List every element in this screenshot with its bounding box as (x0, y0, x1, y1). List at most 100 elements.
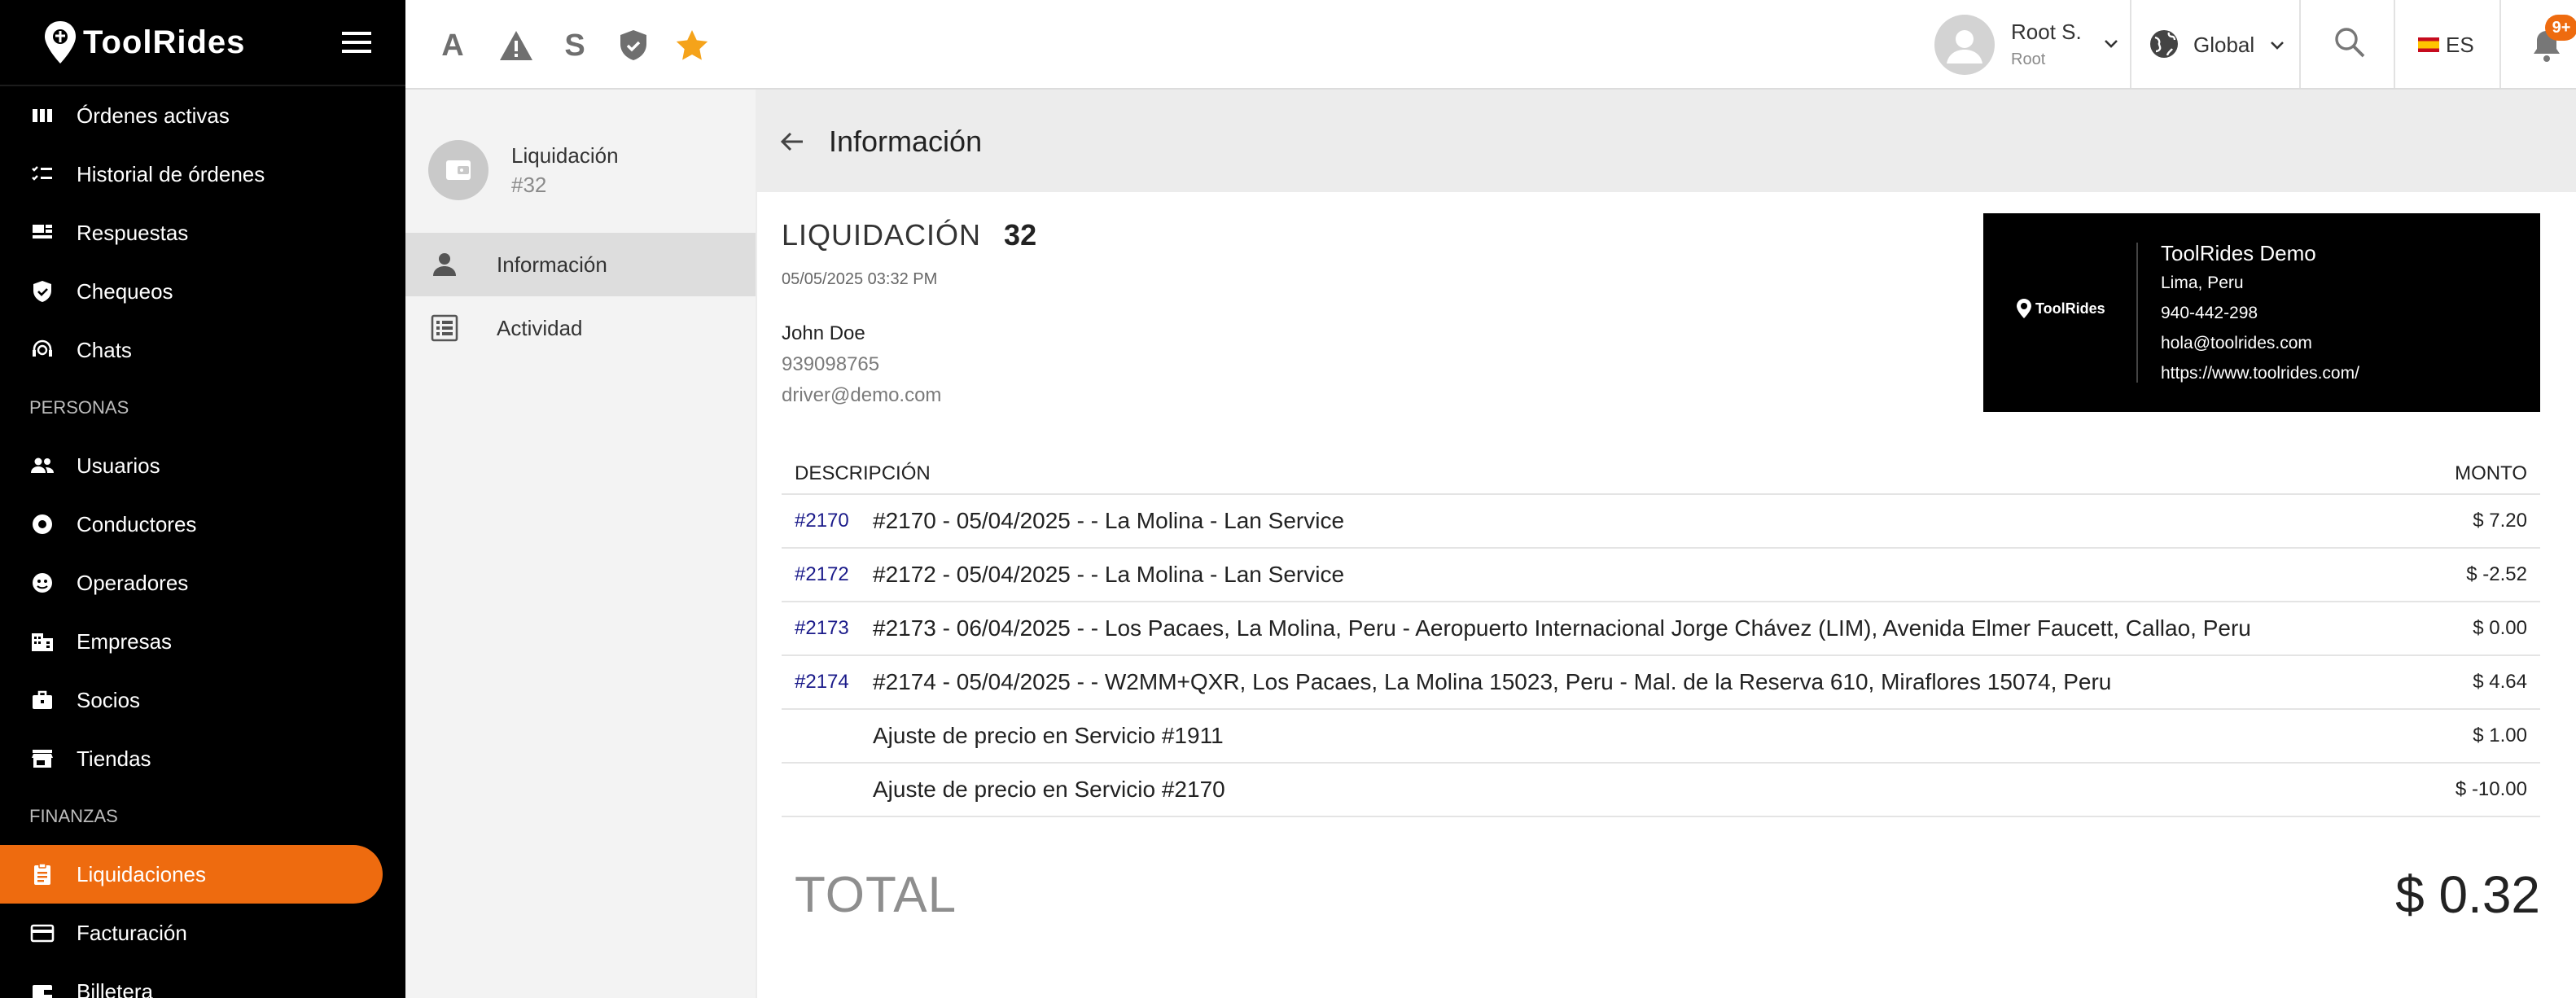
chevron-down-icon (2105, 40, 2118, 48)
support-agent-icon (33, 339, 52, 357)
sidebar-item-users[interactable]: Usuarios (0, 436, 405, 495)
table-row: #2172 #2172 - 05/04/2025 - - La Molina -… (782, 549, 2540, 602)
app-name: ToolRides (83, 24, 246, 60)
sidebar-item-chats[interactable]: Chats (0, 321, 405, 379)
table-row: Ajuste de precio en Servicio #2170 $ -10… (782, 764, 2540, 817)
sidebar-item-checks[interactable]: Chequeos (0, 262, 405, 321)
sidebar-item-order-history[interactable]: Historial de órdenes (0, 145, 405, 204)
company-email: hola@toolrides.com (2161, 334, 2312, 352)
row-amount: $ 7.20 (2473, 510, 2527, 532)
record-avatar (428, 140, 488, 200)
language-selector[interactable]: ES (2418, 31, 2474, 59)
sidebar-item-responses[interactable]: Respuestas (0, 204, 405, 262)
row-description: #2172 - 05/04/2025 - - La Molina - Lan S… (873, 562, 1345, 587)
table-row: #2170 #2170 - 05/04/2025 - - La Molina -… (782, 495, 2540, 549)
order-link[interactable]: #2173 (795, 617, 849, 640)
region-selector[interactable]: Global (2148, 26, 2286, 62)
order-link[interactable]: #2170 (795, 510, 849, 532)
divider (2130, 0, 2131, 88)
settlement-heading: LIQUIDACIÓN 32 (782, 218, 1036, 252)
reviews-icon (33, 225, 52, 239)
sidebar-item-label: Órdenes activas (77, 103, 230, 128)
headset-icon (33, 573, 52, 593)
app-logo[interactable]: ToolRides (42, 20, 245, 65)
briefcase-icon (33, 690, 52, 709)
region-label: Global (2193, 33, 2255, 57)
divider (2136, 243, 2138, 383)
section-heading-finance: FINANZAS (29, 806, 118, 826)
page-title: Información (829, 125, 983, 158)
order-link[interactable]: #2174 (795, 671, 849, 694)
sidebar-item-stores[interactable]: Tiendas (0, 729, 405, 788)
column-header-description: DESCRIPCIÓN (795, 462, 931, 484)
shield-check-icon (33, 281, 51, 302)
sidebar-item-label: Respuestas (77, 220, 189, 245)
search-icon[interactable] (2332, 24, 2368, 60)
row-amount: $ -10.00 (2455, 778, 2527, 800)
user-menu[interactable]: Root S. Root (1934, 13, 2130, 75)
sidebar-item-operators[interactable]: Operadores (0, 554, 405, 612)
hamburger-menu-icon[interactable] (340, 28, 373, 56)
row-description: #2173 - 06/04/2025 - - Los Pacaes, La Mo… (873, 615, 2251, 641)
row-amount: $ -2.52 (2466, 563, 2527, 585)
company-phone: 940-442-298 (2161, 304, 2258, 322)
back-arrow-icon[interactable] (778, 128, 806, 155)
driver-phone: 939098765 (782, 353, 880, 375)
sidebar-item-active-orders[interactable]: Órdenes activas (0, 86, 405, 145)
sidebar-item-partners[interactable]: Socios (0, 671, 405, 729)
tab-information[interactable]: Información (405, 233, 756, 296)
sidebar-item-label: Operadores (77, 570, 189, 595)
user-name: Root S. (2011, 20, 2082, 44)
order-link[interactable]: #2172 (795, 563, 849, 586)
sidebar-item-label: Usuarios (77, 453, 160, 478)
settlement-card: LIQUIDACIÓN 32 05/05/2025 03:32 PM John … (757, 192, 2576, 998)
map-pin-logo-icon (45, 21, 76, 63)
sidebar-item-companies[interactable]: Empresas (0, 612, 405, 671)
user-role: Root (2011, 50, 2046, 68)
star-icon[interactable] (674, 28, 710, 63)
table-row: #2173 #2173 - 06/04/2025 - - Los Pacaes,… (782, 602, 2540, 656)
sidebar-item-drivers[interactable]: Conductores (0, 495, 405, 554)
avatar (1934, 15, 1995, 75)
warning-icon[interactable] (498, 28, 534, 63)
sidebar-item-settlements[interactable]: Liquidaciones (0, 845, 383, 904)
sidebar-item-label: Conductores (77, 511, 197, 536)
steering-wheel-icon (33, 514, 52, 534)
notifications-button[interactable]: 9+ (2526, 15, 2576, 68)
row-amount: $ 0.00 (2473, 617, 2527, 639)
table-row: #2174 #2174 - 05/04/2025 - - W2MM+QXR, L… (782, 656, 2540, 710)
sidebar-item-label: Empresas (77, 628, 173, 654)
column-header-amount: MONTO (2455, 462, 2527, 484)
divider (2299, 0, 2301, 88)
globe-icon (2150, 30, 2178, 58)
row-amount: $ 4.64 (2473, 671, 2527, 693)
company-logo-text: ToolRides (2035, 300, 2105, 317)
sidebar-item-label: Billetera (77, 978, 153, 998)
sidebar-item-billing[interactable]: Facturación (0, 904, 405, 962)
quick-link-a[interactable]: A (435, 28, 471, 63)
people-icon (31, 457, 54, 473)
sidebar: ToolRides Órdenes activas Historial de ó… (0, 0, 405, 998)
language-label: ES (2446, 32, 2474, 57)
company-city: Lima, Peru (2161, 274, 2244, 292)
notification-count-badge: 9+ (2545, 15, 2576, 41)
chevron-down-icon (2271, 42, 2284, 50)
store-icon (32, 750, 53, 768)
shield-check-icon[interactable] (616, 28, 651, 63)
record-number: #32 (511, 173, 547, 197)
driver-email: driver@demo.com (782, 384, 942, 406)
sidebar-item-label: Socios (77, 687, 141, 712)
sidebar-item-label: Chequeos (77, 278, 173, 304)
quick-link-s[interactable]: S (557, 28, 593, 63)
sidebar-header: ToolRides (0, 0, 405, 86)
tab-activity[interactable]: Actividad (405, 296, 756, 360)
table-row: Ajuste de precio en Servicio #1911 $ 1.0… (782, 710, 2540, 764)
receipt-icon (34, 863, 50, 885)
person-icon (433, 253, 456, 276)
top-bar: A S Root S. Root Global ES 9+ (405, 0, 2576, 90)
person-icon (1947, 30, 1982, 63)
row-description: Ajuste de precio en Servicio #2170 (873, 777, 1225, 802)
sidebar-item-label: Liquidaciones (77, 861, 207, 886)
spain-flag-icon (2418, 37, 2439, 52)
sidebar-item-wallet[interactable]: Billetera (0, 962, 405, 998)
